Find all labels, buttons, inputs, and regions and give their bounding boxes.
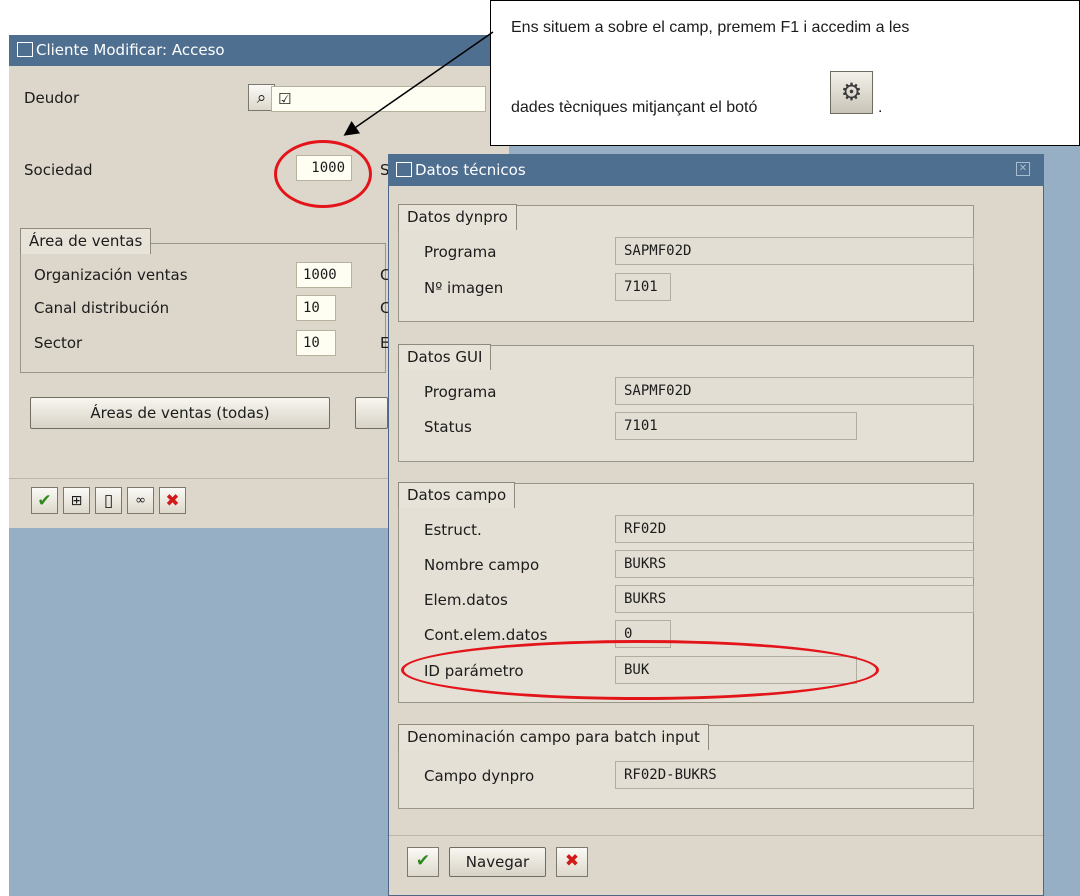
annotation-arrow bbox=[343, 31, 494, 136]
